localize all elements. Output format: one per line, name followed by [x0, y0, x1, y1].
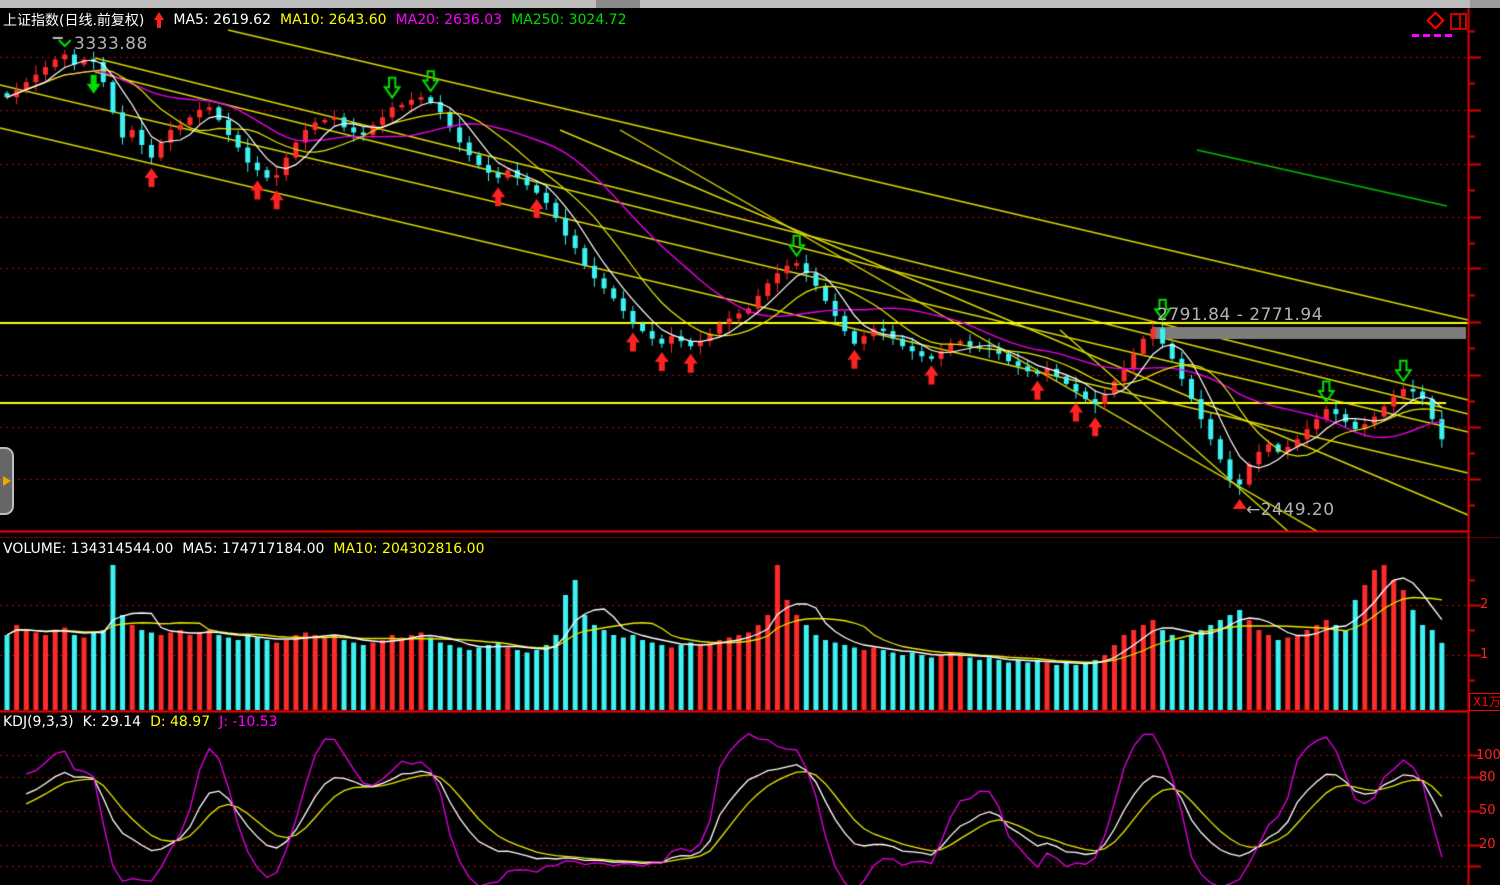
range-price-label: 2791.84 - 2771.94 [1157, 305, 1323, 325]
price-up-arrow-icon [153, 12, 164, 28]
top-scrollbar-endcap [1470, 0, 1500, 8]
expand-arrow-icon [3, 476, 11, 486]
kdj-axis-label-20: 20 [1479, 837, 1496, 852]
low-price-label: ←2449.20 [1246, 500, 1335, 520]
volume-unit-box: X1万 [1469, 693, 1500, 711]
volume-value: VOLUME: 134314544.00 [3, 541, 173, 557]
volume-axis-label-1: 1 [1480, 647, 1488, 662]
magenta-dashed-line-fragment [1412, 34, 1452, 37]
volume-ma5-value: MA5: 174717184.00 [182, 541, 324, 557]
volume-axis-label-2: 2 [1480, 597, 1488, 612]
ma10-value: MA10: 2643.60 [280, 12, 387, 28]
side-panel-handle[interactable] [0, 447, 14, 515]
high-price-label: 3333.88 [74, 34, 148, 54]
kdj-axis-label-100: 100 [1476, 748, 1500, 763]
main-pane-header: 上证指数(日线.前复权) MA5: 2619.62 MA10: 2643.60 … [3, 10, 627, 30]
ma20-value: MA20: 2636.03 [396, 12, 503, 28]
volume-ma10-value: MA10: 204302816.00 [333, 541, 484, 557]
volume-pane-header: VOLUME: 134314544.00 MA5: 174717184.00 M… [3, 541, 484, 557]
kdj-d-value: D: 48.97 [150, 714, 210, 730]
ma250-value: MA250: 3024.72 [511, 12, 626, 28]
ma5-value: MA5: 2619.62 [173, 12, 271, 28]
chart-canvas[interactable] [0, 0, 1500, 885]
top-scrollbar-track[interactable] [0, 0, 1500, 8]
kdj-axis-label-50: 50 [1479, 803, 1496, 818]
top-scrollbar-thumb[interactable] [596, 0, 640, 8]
kdj-j-value: J: -10.53 [219, 714, 277, 730]
kdj-pane-header: KDJ(9,3,3) K: 29.14 D: 48.97 J: -10.53 [3, 714, 278, 730]
trading-app-window: 上证指数(日线.前复权) MA5: 2619.62 MA10: 2643.60 … [0, 0, 1500, 885]
kdj-axis-label-80: 80 [1479, 770, 1496, 785]
window-split-icon[interactable] [1450, 13, 1467, 30]
kdj-k-value: K: 29.14 [83, 714, 141, 730]
kdj-name: KDJ(9,3,3) [3, 714, 74, 730]
symbol-title: 上证指数(日线.前复权) [3, 10, 144, 30]
